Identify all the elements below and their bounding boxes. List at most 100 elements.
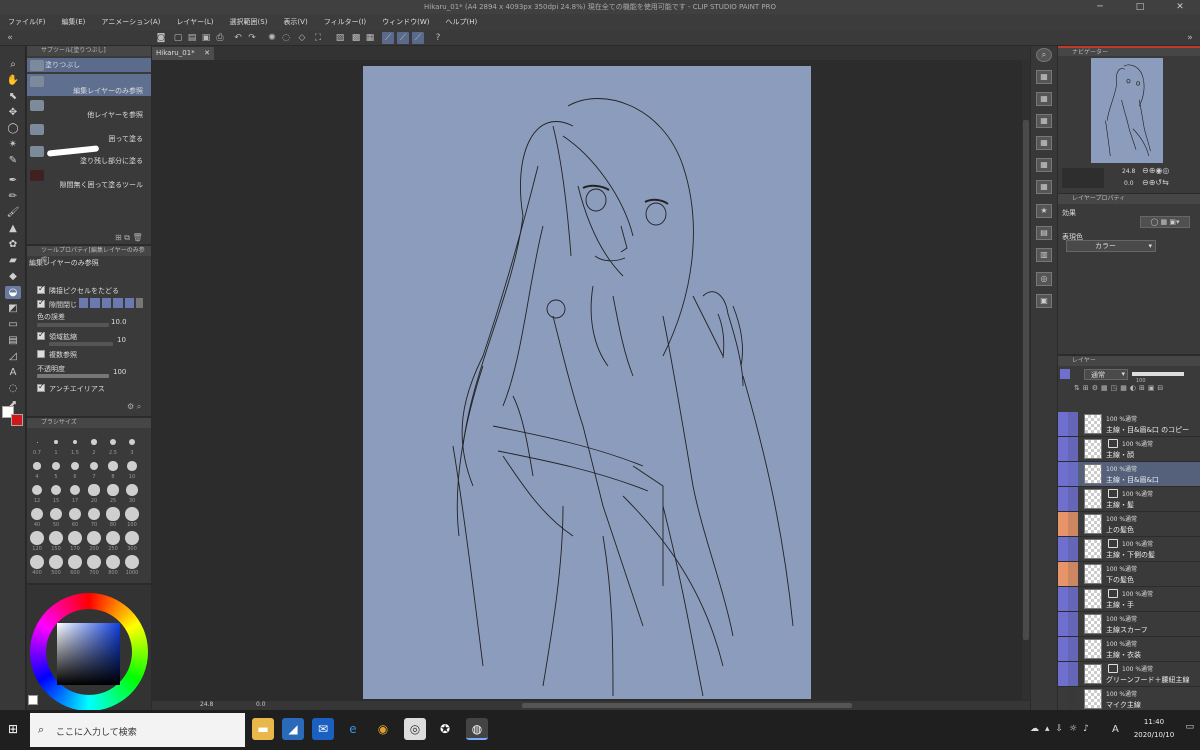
- eye-icon[interactable]: [1058, 412, 1068, 436]
- hand-tool-icon[interactable]: ✋: [5, 74, 21, 87]
- brush-size-dot[interactable]: [54, 440, 58, 444]
- gap-level-selector[interactable]: [79, 298, 144, 308]
- lock-icon[interactable]: [1068, 437, 1078, 461]
- save-icon[interactable]: ▣: [200, 32, 212, 44]
- eyedropper-icon[interactable]: ✎: [5, 154, 21, 167]
- effect-buttons[interactable]: ◯ ▦ ▣▾: [1140, 216, 1190, 228]
- brush-size-dot[interactable]: [128, 438, 136, 446]
- magic-wand-icon[interactable]: ✴: [5, 138, 21, 151]
- lock-icon[interactable]: [1068, 587, 1078, 611]
- snap-grid-icon[interactable]: ⟋: [412, 32, 424, 44]
- navigator-zoom-slider[interactable]: [1062, 168, 1104, 188]
- lock-icon[interactable]: [1068, 462, 1078, 486]
- expand-value[interactable]: 10: [117, 336, 126, 344]
- menu-view[interactable]: 表示(V): [283, 17, 307, 27]
- subtool-tab[interactable]: 塗りつぶし: [27, 58, 151, 72]
- gradient-tool-icon[interactable]: ◩: [5, 302, 21, 315]
- figure-tool-icon[interactable]: ▭: [5, 318, 21, 331]
- layer-color-swatch[interactable]: [1060, 369, 1070, 379]
- subtool-item-refer-other[interactable]: 他レイヤーを参照: [27, 98, 151, 120]
- layer-row[interactable]: 100 %通常 主線・目&眉&口: [1058, 462, 1200, 487]
- canvas-horizontal-scrollbar[interactable]: [522, 703, 852, 708]
- brush-size-dot[interactable]: [126, 484, 138, 496]
- system-tray-icons[interactable]: ☁▴⇩☼♪: [1030, 724, 1095, 734]
- menu-help[interactable]: ヘルプ(H): [445, 17, 477, 27]
- brush-size-dot[interactable]: [89, 461, 99, 471]
- lock-icon[interactable]: [1068, 537, 1078, 561]
- brush-size-dot[interactable]: [68, 507, 82, 521]
- material-icon[interactable]: ▦: [1036, 136, 1052, 150]
- expand-slider[interactable]: [49, 342, 113, 346]
- menu-file[interactable]: ファイル(F): [8, 17, 46, 27]
- material-icon[interactable]: ▦: [1036, 180, 1052, 194]
- taskbar-search-box[interactable]: ⌕ ここに入力して検索: [30, 713, 245, 747]
- brush-size-dot[interactable]: [72, 439, 78, 445]
- balloon-tool-icon[interactable]: ◌: [5, 382, 21, 395]
- layer-row[interactable]: 100 %通常 主線・手: [1058, 587, 1200, 612]
- expression-color-select[interactable]: カラー ▾: [1066, 240, 1156, 252]
- eye-icon[interactable]: [1058, 687, 1068, 710]
- material-icon[interactable]: ▦: [1036, 70, 1052, 84]
- main-color-chip[interactable]: [28, 695, 38, 705]
- open-file-icon[interactable]: ▤: [186, 32, 198, 44]
- fill-icon[interactable]: ◌: [280, 32, 292, 44]
- antialias-checkbox[interactable]: [37, 382, 45, 392]
- navigator-thumbnail[interactable]: [1091, 58, 1163, 163]
- eye-icon[interactable]: [1058, 437, 1068, 461]
- brush-tool-icon[interactable]: 🖌: [5, 206, 21, 219]
- brush-size-dot[interactable]: [107, 484, 119, 496]
- eye-icon[interactable]: [1058, 662, 1068, 686]
- layer-row[interactable]: 100 %通常 グリーンフード＋腰紐主線: [1058, 662, 1200, 687]
- brush-size-dot[interactable]: [49, 531, 63, 545]
- brush-size-dot[interactable]: [30, 531, 44, 545]
- close-gap-checkbox[interactable]: [37, 298, 45, 308]
- lock-icon[interactable]: [1068, 662, 1078, 686]
- menu-edit[interactable]: 編集(E): [62, 17, 86, 27]
- lock-icon[interactable]: [1068, 687, 1078, 710]
- layer-row[interactable]: 100 %通常 上の髪色: [1058, 512, 1200, 537]
- lock-icon[interactable]: [1068, 612, 1078, 636]
- maximize-button[interactable]: □: [1120, 0, 1160, 14]
- layer-row[interactable]: 100 %通常 主線・目&眉&口 のコピー: [1058, 412, 1200, 437]
- layer-row[interactable]: 100 %通常 下の髪色: [1058, 562, 1200, 587]
- eye-icon[interactable]: [1058, 587, 1068, 611]
- brush-size-dot[interactable]: [87, 531, 101, 545]
- layer-row[interactable]: 100 %通常 主線・髪: [1058, 487, 1200, 512]
- canvas-angle-value[interactable]: 0.0: [256, 701, 266, 708]
- crop-icon[interactable]: ⛶: [312, 32, 324, 44]
- text-tool-icon[interactable]: A: [5, 366, 21, 379]
- brush-size-dot[interactable]: [125, 555, 139, 569]
- transform-icon[interactable]: ◇: [296, 32, 308, 44]
- subtool-item-enclose[interactable]: 囲って塗る: [27, 122, 151, 144]
- app-icon[interactable]: ◢: [282, 718, 304, 740]
- move-tool-icon[interactable]: ✥: [5, 106, 21, 119]
- brush-size-dot[interactable]: [125, 531, 139, 545]
- blend-mode-select[interactable]: 通常 ▾: [1084, 369, 1128, 380]
- lock-icon[interactable]: [1068, 637, 1078, 661]
- minimize-button[interactable]: ─: [1080, 0, 1120, 14]
- expand-checkbox[interactable]: [37, 330, 45, 340]
- subtool-footer-icons[interactable]: ⊞ ⧉ 🗑: [115, 233, 143, 243]
- brush-size-dot[interactable]: [87, 555, 101, 569]
- snap-special-icon[interactable]: ⟋: [397, 32, 409, 44]
- navigator-angle-value[interactable]: 0.0: [1124, 180, 1134, 187]
- follow-pixel-checkbox[interactable]: [37, 284, 45, 294]
- material-icon[interactable]: ▦: [1036, 92, 1052, 106]
- brush-size-dot[interactable]: [36, 441, 38, 443]
- sub-color-swatch[interactable]: [11, 414, 23, 426]
- document-tab[interactable]: Hikaru_01* ✕: [152, 47, 214, 60]
- ruler-tool-icon[interactable]: ◿: [5, 350, 21, 363]
- brush-size-dot[interactable]: [31, 484, 42, 495]
- edge-icon[interactable]: e: [342, 718, 364, 740]
- lasso-tool-icon[interactable]: ◯: [5, 122, 21, 135]
- brush-size-dot[interactable]: [108, 461, 118, 471]
- menu-filter[interactable]: フィルター(I): [324, 17, 366, 27]
- clear-icon[interactable]: ✺: [266, 32, 278, 44]
- eye-icon[interactable]: [1058, 637, 1068, 661]
- snap-ruler-icon[interactable]: ⟋: [382, 32, 394, 44]
- operation-tool-icon[interactable]: ⬉: [5, 90, 21, 103]
- layer-row[interactable]: 100 %通常 マイク主線: [1058, 687, 1200, 710]
- eye-icon[interactable]: [1058, 562, 1068, 586]
- layer-row[interactable]: 100 %通常 主線スカーフ: [1058, 612, 1200, 637]
- tolerance-slider[interactable]: [37, 323, 109, 327]
